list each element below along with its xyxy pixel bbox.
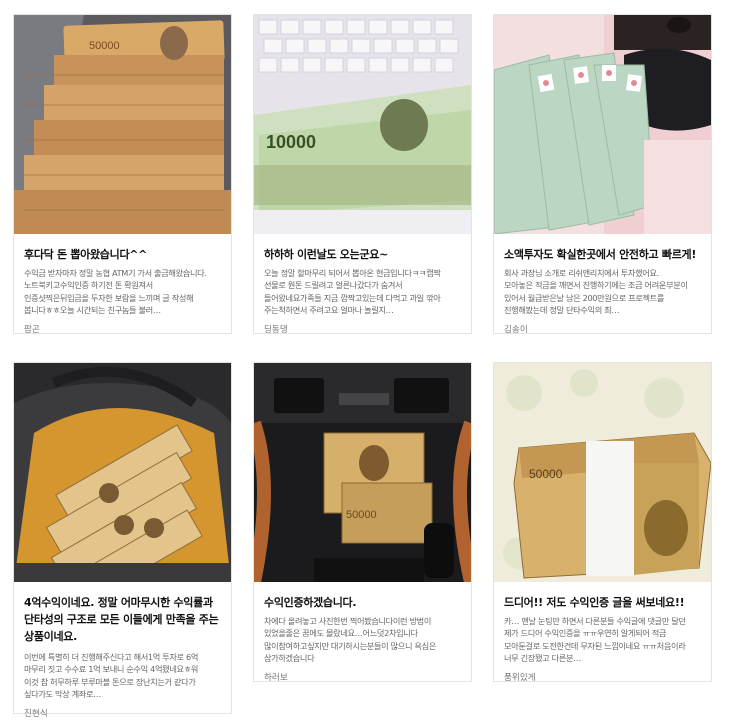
svg-text:50000: 50000 [89, 40, 120, 52]
post-excerpt: 이번에 특별히 더 진행해주신다고 해서1억 투자로 6억 마무리 짓고 수수료… [24, 652, 199, 700]
post-card[interactable]: 10000 하하하 이런날도 오는군요~ 오늘 정말 할마무리 되어서 뽑아온 … [253, 14, 472, 335]
post-excerpt: 카… 맨날 눈팅만 하면서 다른분들 수익글에 댓글만 달던 제가 드디어 수익… [504, 616, 686, 664]
post-title[interactable]: 소액투자도 확실한곳에서 안전하고 빠르게! [504, 246, 701, 263]
svg-text:10000: 10000 [266, 132, 316, 152]
post-excerpt: 차에다 올려놓고 사진한번 찍어봤습니다이런 방법이 있었을줄은 꿈에도 몰랐네… [264, 616, 436, 664]
post-excerpt: 오늘 정말 할마무리 되어서 뽑아온 현금입니다ㅋㅋ캡짝 선물로 뭔돈 드릴려고… [264, 268, 441, 316]
svg-text:50000: 50000 [529, 467, 563, 481]
post-title[interactable]: 후다닥 돈 뽑아왔습니다^^ [24, 246, 221, 263]
post-card[interactable]: 50000 후다닥 돈 뽑아왔습니다^^ 수익금 받자마자 정말 농협 ATM기… [13, 14, 232, 335]
post-author: 딩동댕 [264, 324, 288, 335]
post-excerpt: 수익금 받자마자 정말 농협 ATM기 가서 출금해왔습니다. 노트북키고수익인… [24, 268, 207, 316]
post-author: 팜곤 [24, 324, 40, 335]
post-author: 진현식 [24, 708, 48, 719]
post-card[interactable]: 50000 수익인증하겠습니다. 차에다 올려놓고 사진한번 찍어봤습니다이런 … [253, 362, 472, 683]
post-title[interactable]: 4억수익이네요. 정말 어마무시한 수익률과 단타성의 구조로 모든 이들에게 … [24, 594, 221, 645]
post-title[interactable]: 드디어!! 저도 수익인증 글을 써보네요!! [504, 594, 701, 611]
post-title[interactable]: 수익인증하겠습니다. [264, 594, 461, 611]
cash-in-car-photo[interactable]: 50000 [254, 363, 471, 582]
cash-on-laptop-photo[interactable]: 50000 [14, 15, 231, 234]
post-author: 하러보 [264, 672, 288, 683]
profit-posts-grid: 50000 후다닥 돈 뽑아왔습니다^^ 수익금 받자마자 정말 농협 ATM기… [0, 0, 732, 726]
post-card[interactable]: 소액투자도 확실한곳에서 안전하고 빠르게! 회사 과장님 소개로 리쉬앤리치에… [493, 14, 712, 335]
post-author: 품위있게 [504, 672, 536, 683]
post-excerpt: 회사 과장님 소개로 리쉬앤리치에서 투자했어요. 모아놓은 적금을 깨면서 진… [504, 268, 688, 316]
post-author: 김송이 [504, 324, 528, 335]
post-card[interactable]: 4억수익이네요. 정말 어마무시한 수익률과 단타성의 구조로 모든 이들에게 … [13, 362, 232, 719]
cash-bundles-on-bed-photo[interactable]: 50000 [494, 363, 711, 582]
post-card[interactable]: 50000 드디어!! 저도 수익인증 글을 써보네요!! 카… 맨날 눈팅만 … [493, 362, 712, 683]
woman-holding-cash-photo[interactable] [494, 15, 711, 234]
bag-of-cash-photo[interactable] [14, 363, 231, 582]
cash-on-keyboard-photo[interactable]: 10000 [254, 15, 471, 234]
svg-text:50000: 50000 [346, 509, 377, 521]
post-title[interactable]: 하하하 이런날도 오는군요~ [264, 246, 461, 263]
